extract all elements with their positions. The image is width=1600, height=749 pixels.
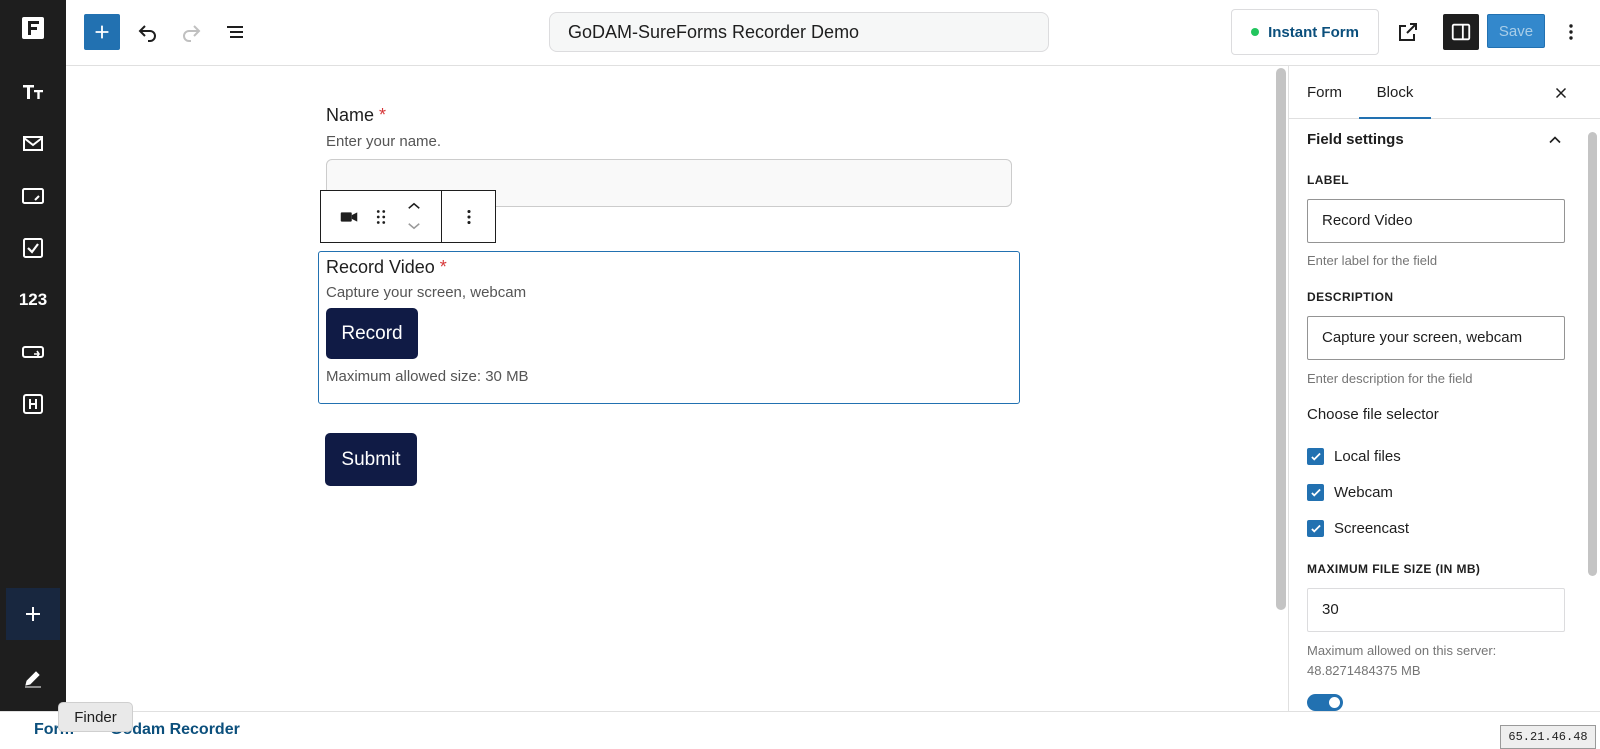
close-panel-button[interactable] xyxy=(1548,80,1574,106)
external-link-icon xyxy=(1399,23,1417,41)
record-video-description: Capture your screen, webcam xyxy=(326,284,527,301)
name-field-description: Enter your name. xyxy=(326,133,442,150)
canvas-scrollbar[interactable] xyxy=(1276,68,1286,610)
instant-form-label: Instant Form xyxy=(1268,23,1359,41)
record-video-label: Record Video * xyxy=(326,257,447,278)
settings-panel-toggle[interactable] xyxy=(1443,14,1479,50)
instant-form-button[interactable]: Instant Form xyxy=(1231,9,1379,55)
video-block-icon[interactable] xyxy=(335,203,363,231)
required-mark: * xyxy=(439,257,447,277)
label-help: Enter label for the field xyxy=(1307,253,1438,268)
redo-button[interactable] xyxy=(172,13,210,51)
max-size-note: Maximum allowed size: 30 MB xyxy=(326,368,529,385)
description-help: Enter description for the field xyxy=(1307,371,1473,386)
redo-icon xyxy=(183,25,201,42)
heading-icon[interactable] xyxy=(13,384,53,424)
block-options-icon[interactable] xyxy=(455,203,483,231)
record-video-label-text: Record Video xyxy=(326,257,435,277)
chevron-up-icon[interactable] xyxy=(1545,130,1567,152)
local-files-checkbox[interactable]: Local files xyxy=(1307,448,1401,465)
panel-scrollbar[interactable] xyxy=(1588,132,1597,576)
status-dot-icon xyxy=(1251,28,1260,36)
name-label-text: Name xyxy=(326,105,375,125)
local-files-label: Local files xyxy=(1334,448,1401,465)
move-down-icon[interactable] xyxy=(400,217,428,235)
checkbox-checked-icon[interactable] xyxy=(1307,484,1324,501)
submit-field-icon[interactable] xyxy=(13,332,53,372)
record-button[interactable]: Record xyxy=(326,308,418,359)
top-toolbar: GoDAM-SureForms Recorder Demo Instant Fo… xyxy=(66,0,1600,66)
left-sidebar: 123 xyxy=(0,0,66,749)
external-link-button[interactable] xyxy=(1389,13,1427,51)
list-view-icon xyxy=(227,26,243,38)
required-mark: * xyxy=(379,105,387,125)
settings-panel: Form Block Field settings LABEL Record V… xyxy=(1288,66,1600,711)
checkbox-checked-icon[interactable] xyxy=(1307,520,1324,537)
undo-button[interactable] xyxy=(129,13,167,51)
options-menu-button[interactable] xyxy=(1552,13,1590,51)
number-icon[interactable]: 123 xyxy=(13,280,53,320)
fluentforms-logo-icon[interactable] xyxy=(13,8,53,48)
undo-icon xyxy=(138,25,156,42)
drag-handle-icon[interactable] xyxy=(367,203,395,231)
block-inserter-button[interactable] xyxy=(84,14,120,50)
pencil-icon[interactable] xyxy=(13,658,53,698)
text-icon[interactable] xyxy=(13,71,53,111)
add-field-button[interactable] xyxy=(6,588,60,640)
plus-icon xyxy=(13,594,53,634)
field-settings-title[interactable]: Field settings xyxy=(1307,131,1404,148)
more-vertical-icon xyxy=(1569,24,1573,40)
description-caption: DESCRIPTION xyxy=(1307,290,1394,304)
webcam-checkbox[interactable]: Webcam xyxy=(1307,484,1393,501)
label-input[interactable]: Record Video xyxy=(1307,199,1565,243)
max-file-size-input[interactable]: 30 xyxy=(1307,588,1565,632)
breadcrumb-bar: Form Godam Recorder xyxy=(0,711,1600,749)
save-button[interactable]: Save xyxy=(1487,14,1545,48)
phone-input-icon[interactable] xyxy=(13,176,53,216)
block-toolbar xyxy=(320,190,496,243)
close-icon xyxy=(1555,87,1567,99)
name-field-label: Name * xyxy=(326,105,386,126)
toolbar-divider xyxy=(441,191,442,242)
max-size-caption: MAXIMUM FILE SIZE (IN MB) xyxy=(1307,562,1481,576)
sidebar-toggle-icon xyxy=(1451,23,1471,41)
server-limit-line2: 48.8271484375 MB xyxy=(1307,663,1421,678)
document-title[interactable]: GoDAM-SureForms Recorder Demo xyxy=(549,12,1049,52)
screencast-label: Screencast xyxy=(1334,520,1410,537)
checkbox-checked-icon[interactable] xyxy=(1307,448,1324,465)
server-limit-line1: Maximum allowed on this server: xyxy=(1307,643,1497,658)
toggle-switch[interactable] xyxy=(1307,694,1343,711)
description-input[interactable]: Capture your screen, webcam xyxy=(1307,316,1565,360)
tab-block[interactable]: Block xyxy=(1359,66,1431,119)
finder-tooltip: Finder xyxy=(58,702,133,732)
document-overview-button[interactable] xyxy=(216,13,254,51)
ip-badge: 65.21.46.48 xyxy=(1500,725,1596,749)
webcam-label: Webcam xyxy=(1334,484,1393,501)
plus-icon xyxy=(95,25,109,39)
move-up-icon[interactable] xyxy=(400,197,428,215)
checkbox-icon[interactable] xyxy=(13,228,53,268)
submit-button[interactable]: Submit xyxy=(325,433,417,486)
screencast-checkbox[interactable]: Screencast xyxy=(1307,520,1409,537)
file-selector-title: Choose file selector xyxy=(1307,406,1439,423)
tab-form[interactable]: Form xyxy=(1307,66,1342,119)
toggle-knob xyxy=(1329,697,1340,708)
email-icon[interactable] xyxy=(13,123,53,163)
label-caption: LABEL xyxy=(1307,173,1349,187)
